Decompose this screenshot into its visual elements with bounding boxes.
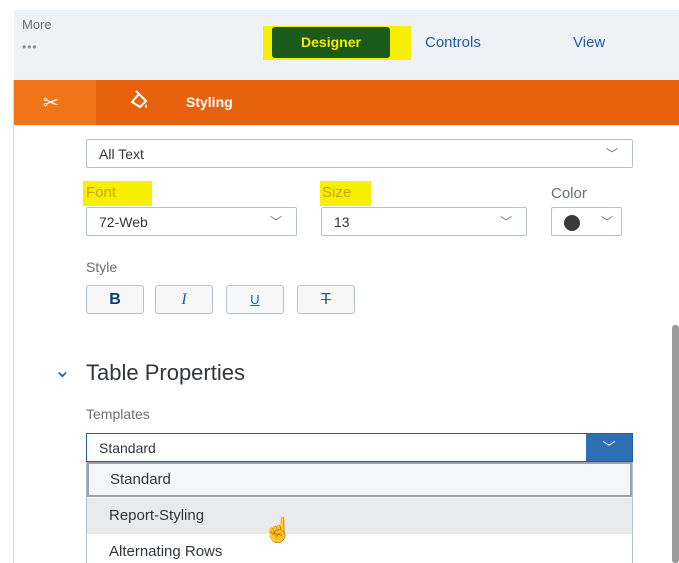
tab-designer[interactable]: Designer [272, 27, 390, 58]
more-overflow-icon[interactable]: ••• [22, 40, 38, 54]
chevron-down-icon: ﹀ [600, 215, 613, 229]
font-label: Font [86, 184, 117, 201]
option-standard[interactable]: Standard [87, 462, 632, 497]
dropdown-arrow-icon[interactable]: ﹀ [586, 434, 632, 461]
size-value: 13 [334, 214, 350, 230]
tab-styling[interactable]: Styling [186, 94, 233, 110]
italic-button[interactable]: I [155, 285, 213, 314]
paint-bucket-svg [130, 90, 148, 109]
chevron-down-icon: ﹀ [269, 215, 282, 229]
scrollbar[interactable] [672, 325, 679, 563]
option-report-styling[interactable]: Report-Styling [87, 498, 632, 534]
panel-header [14, 80, 679, 125]
color-swatch [564, 215, 580, 231]
tab-controls[interactable]: Controls [425, 34, 481, 51]
styling-panel-window: More ••• Designer Controls View ✂ Stylin… [0, 0, 679, 563]
paint-bucket-icon[interactable] [129, 90, 149, 116]
size-label: Size [322, 184, 352, 201]
more-label[interactable]: More [22, 17, 52, 32]
underline-button[interactable]: U [226, 285, 284, 314]
text-target-value: All Text [99, 146, 144, 162]
size-select[interactable]: 13 ﹀ [321, 207, 527, 236]
option-label: Standard [110, 471, 171, 488]
text-target-select[interactable]: All Text ﹀ [86, 139, 633, 168]
chevron-down-icon: ﹀ [605, 147, 618, 161]
templates-value: Standard [99, 440, 156, 456]
scissors-tools-icon[interactable]: ✂ [43, 92, 59, 115]
chevron-down-icon[interactable]: ⌄ [54, 358, 71, 383]
templates-dropdown-list: Standard Report-Styling Alternating Rows [86, 462, 633, 563]
strikethrough-button[interactable]: T [297, 285, 355, 314]
font-value: 72-Web [99, 214, 148, 230]
tab-view[interactable]: View [573, 34, 605, 51]
option-alternating-rows[interactable]: Alternating Rows [87, 534, 632, 563]
color-picker[interactable]: ﹀ [551, 207, 622, 236]
style-label: Style [86, 259, 118, 275]
option-label: Alternating Rows [109, 543, 223, 560]
panel-left-border [13, 80, 14, 563]
hand-cursor-icon: ☝ [263, 517, 293, 544]
templates-label: Templates [86, 406, 150, 422]
color-label: Color [551, 185, 587, 202]
table-properties-title[interactable]: Table Properties [86, 360, 245, 386]
chevron-down-icon: ﹀ [499, 215, 512, 229]
font-select[interactable]: 72-Web ﹀ [86, 207, 297, 236]
templates-select[interactable]: Standard ﹀ [86, 433, 633, 462]
option-label: Report-Styling [109, 507, 205, 524]
bold-button[interactable]: B [86, 285, 144, 314]
